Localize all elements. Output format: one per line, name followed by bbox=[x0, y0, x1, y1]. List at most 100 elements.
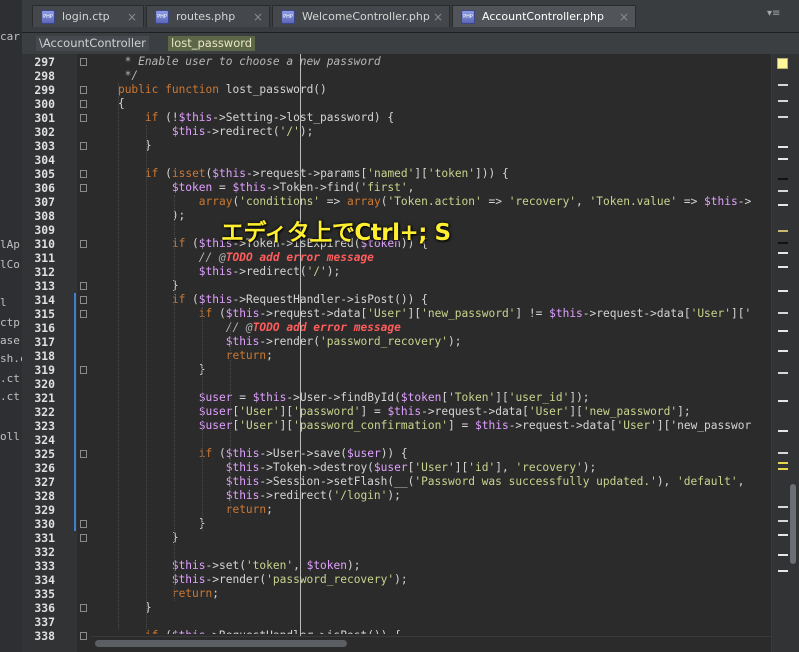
project-tree-item[interactable]: .ct bbox=[0, 372, 20, 386]
breadcrumb-class[interactable]: \AccountController bbox=[36, 36, 149, 51]
fold-toggle-icon[interactable] bbox=[80, 366, 87, 374]
stripe-marker[interactable] bbox=[778, 116, 788, 118]
stripe-marker[interactable] bbox=[778, 330, 788, 332]
code-line[interactable]: array('conditions' => array('Token.actio… bbox=[91, 195, 751, 209]
stripe-marker[interactable] bbox=[778, 178, 788, 180]
fold-toggle-icon[interactable] bbox=[80, 114, 87, 122]
fold-toggle-icon[interactable] bbox=[80, 534, 87, 542]
code-line[interactable] bbox=[91, 433, 98, 447]
code-line[interactable]: } bbox=[91, 531, 179, 545]
stripe-marker[interactable] bbox=[778, 570, 788, 572]
project-tree-item[interactable]: car bbox=[0, 30, 20, 44]
fold-toggle-icon[interactable] bbox=[80, 632, 87, 640]
code-line[interactable] bbox=[91, 153, 98, 167]
fold-toggle-icon[interactable] bbox=[80, 520, 87, 528]
code-line[interactable] bbox=[91, 615, 98, 629]
fold-toggle-icon[interactable] bbox=[80, 604, 87, 612]
breadcrumb-method[interactable]: lost_password bbox=[168, 36, 256, 51]
code-line[interactable]: $this->redirect('/'); bbox=[91, 125, 313, 139]
fold-toggle-icon[interactable] bbox=[80, 58, 87, 66]
stripe-marker[interactable] bbox=[778, 252, 788, 254]
stripe-marker[interactable] bbox=[778, 506, 788, 508]
vcs-change-marker[interactable] bbox=[74, 293, 76, 531]
code-line[interactable]: } bbox=[91, 363, 206, 377]
vertical-scroll-thumb[interactable] bbox=[790, 484, 796, 564]
code-line[interactable] bbox=[91, 545, 98, 559]
code-line[interactable]: $this->set('token', $token); bbox=[91, 559, 361, 573]
project-tree-item[interactable]: ase bbox=[0, 334, 20, 348]
stripe-marker[interactable] bbox=[778, 462, 788, 464]
close-icon[interactable]: × bbox=[251, 10, 265, 24]
fold-toggle-icon[interactable] bbox=[80, 184, 87, 192]
stripe-marker[interactable] bbox=[778, 400, 788, 402]
project-tree-item[interactable]: .ct bbox=[0, 390, 20, 404]
stripe-marker[interactable] bbox=[778, 312, 788, 314]
tab-welcome-controller[interactable]: PHP WelcomeController.php × bbox=[272, 5, 450, 27]
fold-toggle-icon[interactable] bbox=[80, 86, 87, 94]
horizontal-scroll-thumb[interactable] bbox=[95, 640, 347, 647]
stripe-marker[interactable] bbox=[778, 146, 788, 148]
fold-toggle-icon[interactable] bbox=[80, 240, 87, 248]
code-line[interactable]: $user['User']['password'] = $this->reque… bbox=[91, 405, 691, 419]
stripe-marker[interactable] bbox=[778, 554, 788, 556]
project-tree-item[interactable]: ctp bbox=[0, 316, 20, 330]
stripe-marker[interactable] bbox=[778, 190, 788, 192]
code-line[interactable]: $this->render('password_recovery'); bbox=[91, 573, 408, 587]
close-icon[interactable]: × bbox=[431, 10, 445, 24]
tab-list-menu-icon[interactable]: ▾≡ bbox=[767, 8, 793, 24]
stripe-marker[interactable] bbox=[778, 452, 788, 454]
project-tree-item[interactable]: lAp bbox=[0, 238, 20, 252]
code-line[interactable]: // @TODO add error message bbox=[91, 251, 374, 265]
tab-account-controller[interactable]: PHP AccountController.php × bbox=[452, 5, 636, 27]
code-line[interactable]: $this->Token->destroy($user['User']['id'… bbox=[91, 461, 597, 475]
tab-login-ctp[interactable]: PHP login.ctp × bbox=[32, 5, 144, 27]
stripe-marker[interactable] bbox=[778, 230, 788, 232]
code-line[interactable]: ); bbox=[91, 209, 185, 223]
stripe-marker[interactable] bbox=[778, 534, 788, 536]
fold-toggle-icon[interactable] bbox=[80, 450, 87, 458]
code-line[interactable]: $token = $this->Token->find('first', bbox=[91, 181, 415, 195]
code-line[interactable]: */ bbox=[91, 69, 138, 83]
fold-toggle-icon[interactable] bbox=[80, 296, 87, 304]
code-line[interactable]: public function lost_password() bbox=[91, 83, 327, 97]
fold-toggle-icon[interactable] bbox=[80, 170, 87, 178]
code-line[interactable]: } bbox=[91, 139, 152, 153]
code-line[interactable]: $user = $this->User->findById($token['To… bbox=[91, 391, 590, 405]
stripe-marker[interactable] bbox=[778, 290, 788, 292]
code-line[interactable] bbox=[91, 377, 98, 391]
code-line[interactable]: $this->redirect('/login'); bbox=[91, 489, 401, 503]
project-tree-item[interactable]: oll. bbox=[0, 430, 22, 444]
code-line[interactable]: return; bbox=[91, 587, 219, 601]
code-line[interactable]: } bbox=[91, 517, 206, 531]
close-icon[interactable]: × bbox=[617, 10, 631, 24]
fold-toggle-icon[interactable] bbox=[80, 142, 87, 150]
code-line[interactable]: if (!$this->Setting->lost_password) { bbox=[91, 111, 394, 125]
code-line[interactable]: if ($this->User->save($user)) { bbox=[91, 447, 408, 461]
stripe-marker[interactable] bbox=[778, 468, 788, 470]
stripe-marker[interactable] bbox=[778, 204, 788, 206]
stripe-marker[interactable] bbox=[778, 520, 788, 522]
code-line[interactable]: } bbox=[91, 279, 179, 293]
stripe-marker[interactable] bbox=[778, 350, 788, 352]
stripe-marker[interactable] bbox=[778, 242, 788, 244]
horizontal-scrollbar[interactable] bbox=[91, 636, 773, 651]
tab-routes-php[interactable]: PHP routes.php × bbox=[146, 5, 270, 27]
code-line[interactable]: $this->Session->setFlash(__('Password wa… bbox=[91, 475, 745, 489]
code-line[interactable]: // @TODO add error message bbox=[91, 321, 401, 335]
error-stripe[interactable] bbox=[771, 54, 799, 652]
stripe-marker[interactable] bbox=[778, 100, 788, 102]
code-line[interactable]: $this->redirect('/'); bbox=[91, 265, 340, 279]
code-line[interactable]: } bbox=[91, 601, 152, 615]
fold-toggle-icon[interactable] bbox=[80, 310, 87, 318]
fold-toggle-icon[interactable] bbox=[80, 100, 87, 108]
stripe-marker[interactable] bbox=[778, 84, 788, 86]
code-area[interactable]: * Enable user to choose a new password *… bbox=[91, 54, 771, 634]
stripe-marker[interactable] bbox=[778, 158, 788, 160]
code-line[interactable]: if ($this->RequestHandler->isPost()) { bbox=[91, 629, 401, 634]
close-icon[interactable]: × bbox=[125, 10, 139, 24]
stripe-marker[interactable] bbox=[778, 266, 788, 268]
stripe-marker[interactable] bbox=[778, 430, 788, 432]
code-line[interactable]: { bbox=[91, 97, 125, 111]
code-line[interactable]: if ($this->request->data['User']['new_pa… bbox=[91, 307, 751, 321]
code-line[interactable]: $user['User']['password_confirmation'] =… bbox=[91, 419, 751, 433]
